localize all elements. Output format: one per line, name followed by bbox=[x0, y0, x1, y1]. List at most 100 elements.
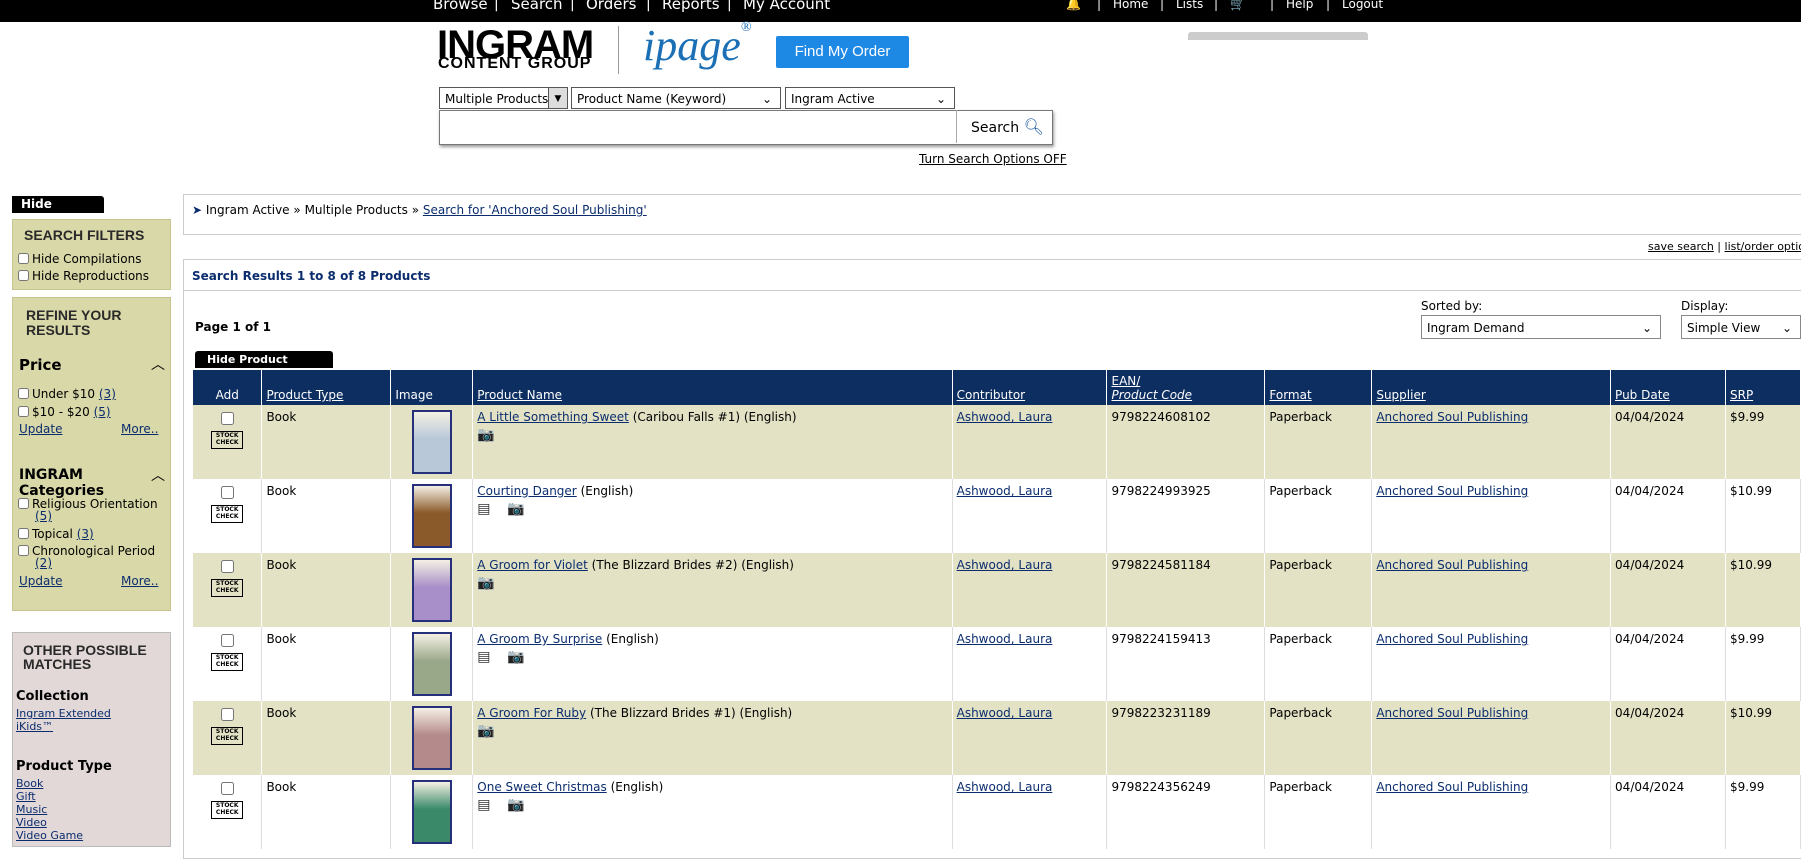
supplier-link[interactable]: Anchored Soul Publishing bbox=[1376, 484, 1528, 498]
category-count[interactable]: (5) bbox=[35, 509, 52, 523]
price-under-10[interactable]: Under $10 (3) bbox=[18, 387, 116, 401]
book-cover-image[interactable] bbox=[411, 632, 452, 696]
supplier-link[interactable]: Anchored Soul Publishing bbox=[1376, 706, 1528, 720]
filter-hide-compilations[interactable]: Hide Compilations bbox=[18, 252, 141, 266]
ipage-logo[interactable]: ipage® bbox=[643, 20, 751, 71]
nav-help[interactable]: Help bbox=[1286, 0, 1313, 11]
contributor-link[interactable]: Ashwood, Laura bbox=[957, 632, 1053, 646]
category-topical[interactable]: Topical (3) bbox=[18, 527, 94, 541]
price-checkbox[interactable] bbox=[18, 388, 29, 399]
nav-reports[interactable]: Reports bbox=[662, 0, 720, 13]
col-supplier[interactable]: Supplier bbox=[1371, 370, 1612, 405]
product-type-link[interactable]: Music bbox=[16, 803, 47, 816]
product-scope-select[interactable]: Multiple Products ▼ bbox=[439, 87, 568, 109]
col-ean[interactable]: EAN/Product Code bbox=[1106, 370, 1266, 405]
col-contributor[interactable]: Contributor bbox=[952, 370, 1108, 405]
add-checkbox[interactable] bbox=[220, 560, 234, 573]
save-search-link[interactable]: save search bbox=[1648, 240, 1714, 253]
collection-link[interactable]: Ingram Extended bbox=[16, 707, 111, 720]
stock-check-button[interactable]: STOCK CHECK bbox=[211, 505, 244, 523]
col-product-name[interactable]: Product Name bbox=[472, 370, 953, 405]
display-select[interactable]: Simple View ⌄ bbox=[1681, 315, 1801, 339]
nav-logout[interactable]: Logout bbox=[1342, 0, 1383, 11]
book-cover-image[interactable] bbox=[411, 558, 452, 622]
col-srp[interactable]: SRP bbox=[1725, 370, 1801, 405]
book-cover-image[interactable] bbox=[411, 706, 452, 770]
category-checkbox[interactable] bbox=[18, 498, 29, 509]
category-count[interactable]: (2) bbox=[35, 556, 52, 570]
contributor-link[interactable]: Ashwood, Laura bbox=[957, 484, 1053, 498]
hide-compilations-checkbox[interactable] bbox=[18, 253, 29, 264]
product-title-link[interactable]: One Sweet Christmas bbox=[477, 780, 606, 794]
price-update-link[interactable]: Update bbox=[19, 422, 62, 436]
cart-icon[interactable]: 🛒 bbox=[1230, 0, 1245, 11]
product-title-link[interactable]: A Groom For Ruby bbox=[477, 706, 586, 720]
status-select[interactable]: Ingram Active ⌄ bbox=[785, 87, 955, 109]
book-cover-image[interactable] bbox=[411, 484, 452, 548]
nav-orders[interactable]: Orders bbox=[586, 0, 636, 13]
product-title-link[interactable]: A Groom By Surprise bbox=[477, 632, 602, 646]
add-checkbox[interactable] bbox=[220, 708, 234, 721]
price-count[interactable]: (5) bbox=[94, 405, 111, 419]
add-checkbox[interactable] bbox=[220, 782, 234, 795]
filter-hide-reproductions[interactable]: Hide Reproductions bbox=[18, 269, 149, 283]
turn-search-options-off-link[interactable]: Turn Search Options OFF bbox=[919, 152, 1067, 166]
add-checkbox[interactable] bbox=[220, 634, 234, 647]
chevron-up-icon[interactable]: ︿ bbox=[151, 354, 165, 374]
book-cover-image[interactable] bbox=[411, 780, 452, 844]
hide-reproductions-checkbox[interactable] bbox=[18, 270, 29, 281]
col-pub-date[interactable]: Pub Date bbox=[1610, 370, 1726, 405]
col-product-type[interactable]: Product Type bbox=[261, 370, 392, 405]
stock-check-button[interactable]: STOCK CHECK bbox=[211, 653, 244, 671]
stock-check-button[interactable]: STOCK CHECK bbox=[211, 579, 244, 597]
contributor-link[interactable]: Ashwood, Laura bbox=[957, 706, 1053, 720]
stock-check-button[interactable]: STOCK CHECK bbox=[211, 431, 244, 449]
add-checkbox[interactable] bbox=[220, 486, 234, 499]
product-media-icons[interactable]: 📷 bbox=[477, 575, 947, 591]
category-more-link[interactable]: More.. bbox=[121, 574, 158, 588]
stock-check-button[interactable]: STOCK CHECK bbox=[211, 801, 244, 819]
category-chronological-period[interactable]: Chronological Period (2) bbox=[18, 545, 155, 569]
search-button[interactable]: Search 🔍︎ bbox=[956, 110, 1052, 143]
stock-check-button[interactable]: STOCK CHECK bbox=[211, 727, 244, 745]
contributor-link[interactable]: Ashwood, Laura bbox=[957, 780, 1053, 794]
search-field-select[interactable]: Product Name (Keyword) ⌄ bbox=[571, 87, 781, 109]
find-my-order-button[interactable]: Find My Order bbox=[776, 36, 909, 68]
hide-options-button[interactable]: Hide Options bbox=[12, 196, 104, 228]
category-religious-orientation[interactable]: Religious Orientation (5) bbox=[18, 498, 158, 522]
contributor-link[interactable]: Ashwood, Laura bbox=[957, 558, 1053, 572]
product-media-icons[interactable]: 📷 bbox=[477, 723, 947, 739]
product-type-link[interactable]: Book bbox=[16, 777, 43, 790]
nav-home[interactable]: Home bbox=[1113, 0, 1148, 11]
price-more-link[interactable]: More.. bbox=[121, 422, 158, 436]
col-format[interactable]: Format bbox=[1264, 370, 1373, 405]
chevron-up-icon[interactable]: ︿ bbox=[151, 465, 165, 485]
nav-search[interactable]: Search bbox=[511, 0, 563, 13]
product-title-link[interactable]: Courting Danger bbox=[477, 484, 576, 498]
product-title-link[interactable]: A Little Something Sweet bbox=[477, 410, 629, 424]
price-checkbox[interactable] bbox=[18, 406, 29, 417]
product-media-icons[interactable]: ▤ 📷 bbox=[477, 797, 947, 813]
supplier-link[interactable]: Anchored Soul Publishing bbox=[1376, 632, 1528, 646]
list-order-options-link[interactable]: list/order options bbox=[1725, 240, 1801, 253]
product-type-link[interactable]: Video Game bbox=[16, 829, 83, 842]
category-count[interactable]: (3) bbox=[77, 527, 94, 541]
category-update-link[interactable]: Update bbox=[19, 574, 62, 588]
price-count[interactable]: (3) bbox=[99, 387, 116, 401]
product-media-icons[interactable]: ▤ 📷 bbox=[477, 649, 947, 665]
product-media-icons[interactable]: 📷 bbox=[477, 427, 947, 443]
supplier-link[interactable]: Anchored Soul Publishing bbox=[1376, 780, 1528, 794]
nav-my-account[interactable]: My Account bbox=[743, 0, 830, 13]
add-checkbox[interactable] bbox=[220, 412, 234, 425]
product-type-link[interactable]: Video bbox=[16, 816, 47, 829]
product-title-link[interactable]: A Groom for Violet bbox=[477, 558, 588, 572]
nav-lists[interactable]: Lists bbox=[1176, 0, 1203, 11]
category-checkbox[interactable] bbox=[18, 528, 29, 539]
category-checkbox[interactable] bbox=[18, 545, 29, 556]
book-cover-image[interactable] bbox=[411, 410, 452, 474]
supplier-link[interactable]: Anchored Soul Publishing bbox=[1376, 410, 1528, 424]
price-10-20[interactable]: $10 - $20 (5) bbox=[18, 405, 111, 419]
product-media-icons[interactable]: ▤ 📷 bbox=[477, 501, 947, 517]
contributor-link[interactable]: Ashwood, Laura bbox=[957, 410, 1053, 424]
bell-icon[interactable]: 🔔 bbox=[1066, 0, 1081, 11]
